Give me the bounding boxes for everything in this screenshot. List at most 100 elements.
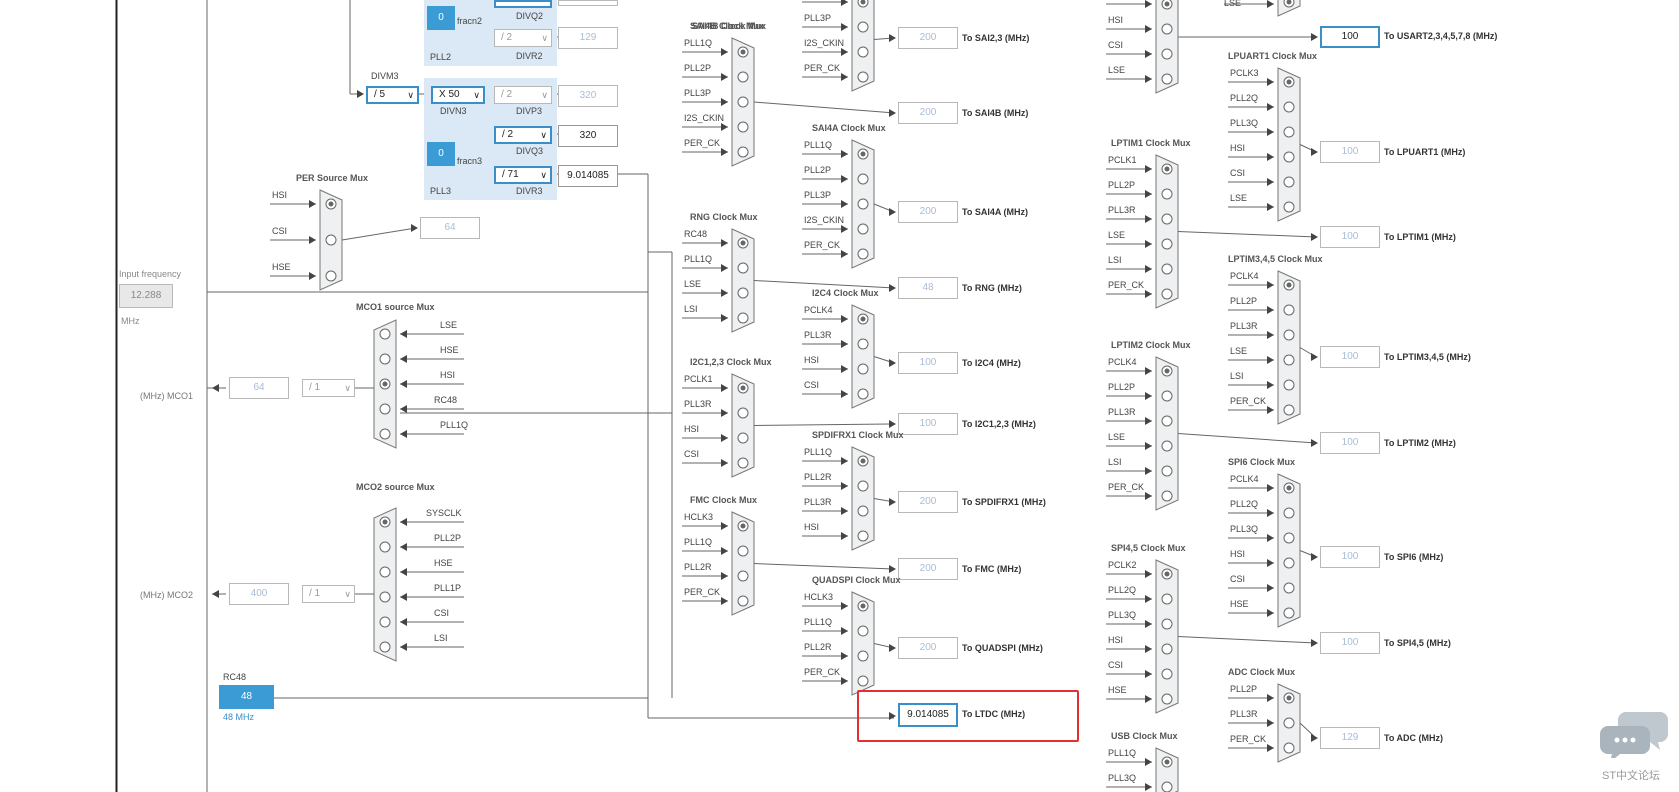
mux-radio[interactable] [1161, 593, 1173, 605]
usart-output-field[interactable]: 100 [1320, 26, 1380, 48]
mux-radio[interactable] [1283, 201, 1295, 213]
clock-mux[interactable] [731, 373, 755, 478]
mco1-output-field[interactable]: 64 [229, 377, 289, 399]
mux-radio[interactable] [1161, 288, 1173, 300]
mux-radio[interactable] [1283, 329, 1295, 341]
mux-radio[interactable] [857, 388, 869, 400]
mux-radio[interactable] [737, 457, 749, 469]
mux-radio[interactable] [1283, 354, 1295, 366]
mux-radio[interactable] [857, 480, 869, 492]
clock-output-field[interactable]: 100 [1320, 141, 1380, 163]
mux-radio[interactable] [1283, 717, 1295, 729]
pll2-divr-select[interactable]: / 2 ∨ [494, 29, 552, 47]
rc48-value[interactable]: 48 [219, 685, 274, 709]
clock-output-field[interactable]: 100 [1320, 346, 1380, 368]
clock-output-field[interactable]: 200 [898, 102, 958, 124]
pll2-fracn-value[interactable]: 0 [427, 6, 455, 30]
clock-mux[interactable] [1155, 0, 1179, 94]
mux-radio[interactable] [1161, 73, 1173, 85]
clock-mux[interactable] [1155, 747, 1179, 792]
mux-radio[interactable] [857, 248, 869, 260]
mux-radio[interactable] [1283, 151, 1295, 163]
clock-mux[interactable] [851, 139, 875, 269]
pll3-fracn-value[interactable]: 0 [427, 142, 455, 166]
mux-radio[interactable] [1161, 415, 1173, 427]
mux-radio[interactable] [1283, 532, 1295, 544]
mux-radio[interactable] [1161, 693, 1173, 705]
mco1-source-mux[interactable] [373, 319, 397, 449]
mux-radio[interactable] [737, 262, 749, 274]
clock-output-field[interactable]: 200 [898, 27, 958, 49]
input-frequency-field[interactable]: 12.288 [119, 284, 173, 308]
mux-radio[interactable] [857, 198, 869, 210]
mux-radio[interactable] [857, 625, 869, 637]
pll3-divm-select[interactable]: / 5 ∨ [366, 86, 419, 104]
clock-output-field[interactable]: 200 [898, 637, 958, 659]
pll2-divq-select[interactable] [494, 0, 552, 8]
mux-radio[interactable] [325, 270, 337, 282]
clock-mux[interactable] [1277, 67, 1301, 222]
mux-radio[interactable] [737, 595, 749, 607]
mux-radio[interactable] [857, 71, 869, 83]
mux-radio[interactable] [1161, 188, 1173, 200]
mux-radio[interactable] [857, 675, 869, 687]
clock-output-field[interactable]: 100 [898, 352, 958, 374]
clock-mux[interactable] [731, 511, 755, 616]
pll3-divn-select[interactable]: X 50 ∨ [431, 86, 485, 104]
mux-radio[interactable] [1283, 404, 1295, 416]
mux-radio[interactable] [1161, 390, 1173, 402]
mux-radio[interactable] [1161, 238, 1173, 250]
clock-output-field[interactable]: 129 [1320, 727, 1380, 749]
mco1-divider-select[interactable]: / 1 ∨ [302, 379, 355, 397]
mux-radio[interactable] [857, 173, 869, 185]
mux-radio[interactable] [1161, 618, 1173, 630]
pll3-divq-select[interactable]: / 2 ∨ [494, 126, 552, 144]
mux-radio[interactable] [379, 591, 391, 603]
mux-radio[interactable] [379, 428, 391, 440]
mux-radio[interactable] [737, 545, 749, 557]
mco2-output-field[interactable]: 400 [229, 583, 289, 605]
clock-output-field[interactable]: 100 [1320, 226, 1380, 248]
clock-mux[interactable] [851, 304, 875, 409]
mux-radio[interactable] [737, 407, 749, 419]
mux-radio[interactable] [857, 223, 869, 235]
mux-radio[interactable] [1283, 126, 1295, 138]
clock-mux[interactable] [851, 446, 875, 551]
mux-radio[interactable] [1283, 101, 1295, 113]
mux-radio[interactable] [1161, 490, 1173, 502]
mux-radio[interactable] [737, 432, 749, 444]
clock-output-field[interactable]: 200 [898, 491, 958, 513]
pll3-divp-select[interactable]: / 2 ∨ [494, 86, 552, 104]
mux-radio[interactable] [857, 21, 869, 33]
mux-radio[interactable] [1161, 781, 1173, 792]
clock-output-field[interactable]: 100 [1320, 632, 1380, 654]
mux-radio[interactable] [1161, 440, 1173, 452]
mux-radio[interactable] [857, 363, 869, 375]
mux-radio[interactable] [379, 541, 391, 553]
mux-radio[interactable] [1161, 465, 1173, 477]
clock-mux[interactable] [731, 37, 755, 167]
clock-output-field[interactable]: 200 [898, 558, 958, 580]
mux-radio[interactable] [857, 650, 869, 662]
clock-output-field[interactable]: 100 [898, 413, 958, 435]
mux-radio[interactable] [1161, 668, 1173, 680]
ltdc-output[interactable]: 9.014085 [898, 703, 958, 727]
mux-radio[interactable] [857, 338, 869, 350]
mux-radio[interactable] [379, 328, 391, 340]
clock-mux[interactable] [319, 189, 343, 291]
clock-mux[interactable] [731, 228, 755, 333]
mux-radio[interactable] [737, 146, 749, 158]
mux-radio[interactable] [325, 234, 337, 246]
mux-radio[interactable] [1161, 263, 1173, 275]
clock-mux[interactable] [1155, 356, 1179, 511]
mux-radio[interactable] [379, 566, 391, 578]
mux-radio[interactable] [1161, 643, 1173, 655]
mux-radio[interactable] [1283, 607, 1295, 619]
mux-radio[interactable] [857, 505, 869, 517]
mux-radio[interactable] [1283, 582, 1295, 594]
mux-radio[interactable] [857, 530, 869, 542]
mux-radio[interactable] [379, 353, 391, 365]
mux-radio[interactable] [1283, 507, 1295, 519]
mux-radio[interactable] [737, 312, 749, 324]
mux-radio[interactable] [379, 403, 391, 415]
